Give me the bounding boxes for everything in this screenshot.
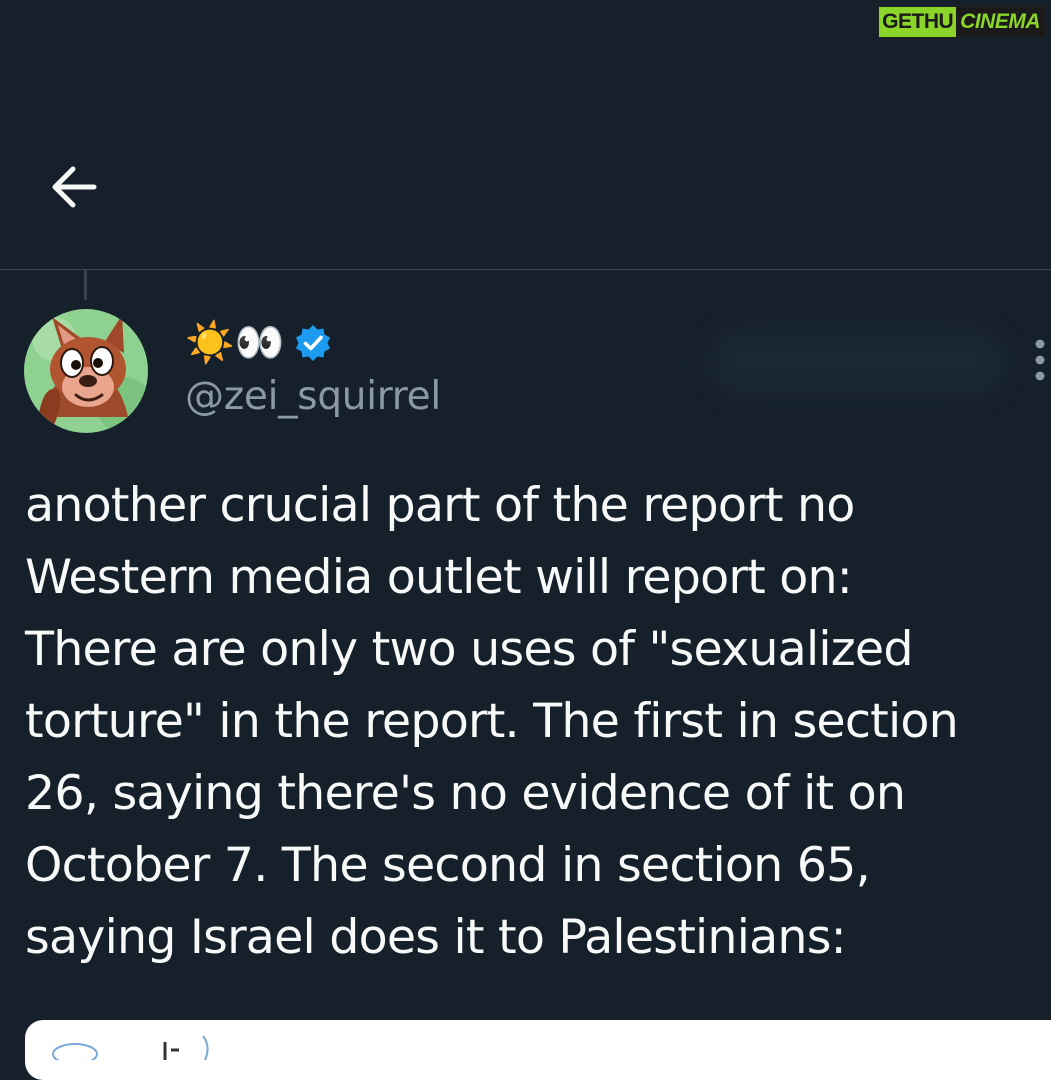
- user-handle[interactable]: @zei_squirrel: [185, 374, 441, 419]
- arrow-left-icon: [52, 166, 97, 208]
- tweet-text: another crucial part of the report no We…: [25, 478, 959, 965]
- more-options-button[interactable]: [1028, 332, 1051, 392]
- display-name-emoji: ☀️👀: [185, 320, 285, 366]
- header-divider: [0, 269, 1051, 270]
- watermark-logo: GETHU CINEMA: [878, 6, 1045, 38]
- document-logo-icon: [52, 1035, 209, 1065]
- display-name[interactable]: ☀️👀: [185, 318, 333, 368]
- avatar[interactable]: [24, 309, 148, 433]
- embedded-media-card[interactable]: [25, 1020, 1051, 1080]
- verified-badge-icon: [295, 325, 330, 361]
- back-button[interactable]: [46, 158, 104, 216]
- blurred-follow-button: [710, 328, 1005, 396]
- squirrel-avatar-icon: [24, 309, 148, 433]
- thread-connector-line: [84, 270, 87, 300]
- vertical-ellipsis-icon: [1035, 339, 1045, 381]
- watermark-left-text: GETHU: [879, 7, 957, 37]
- watermark-right-text: CINEMA: [956, 7, 1044, 37]
